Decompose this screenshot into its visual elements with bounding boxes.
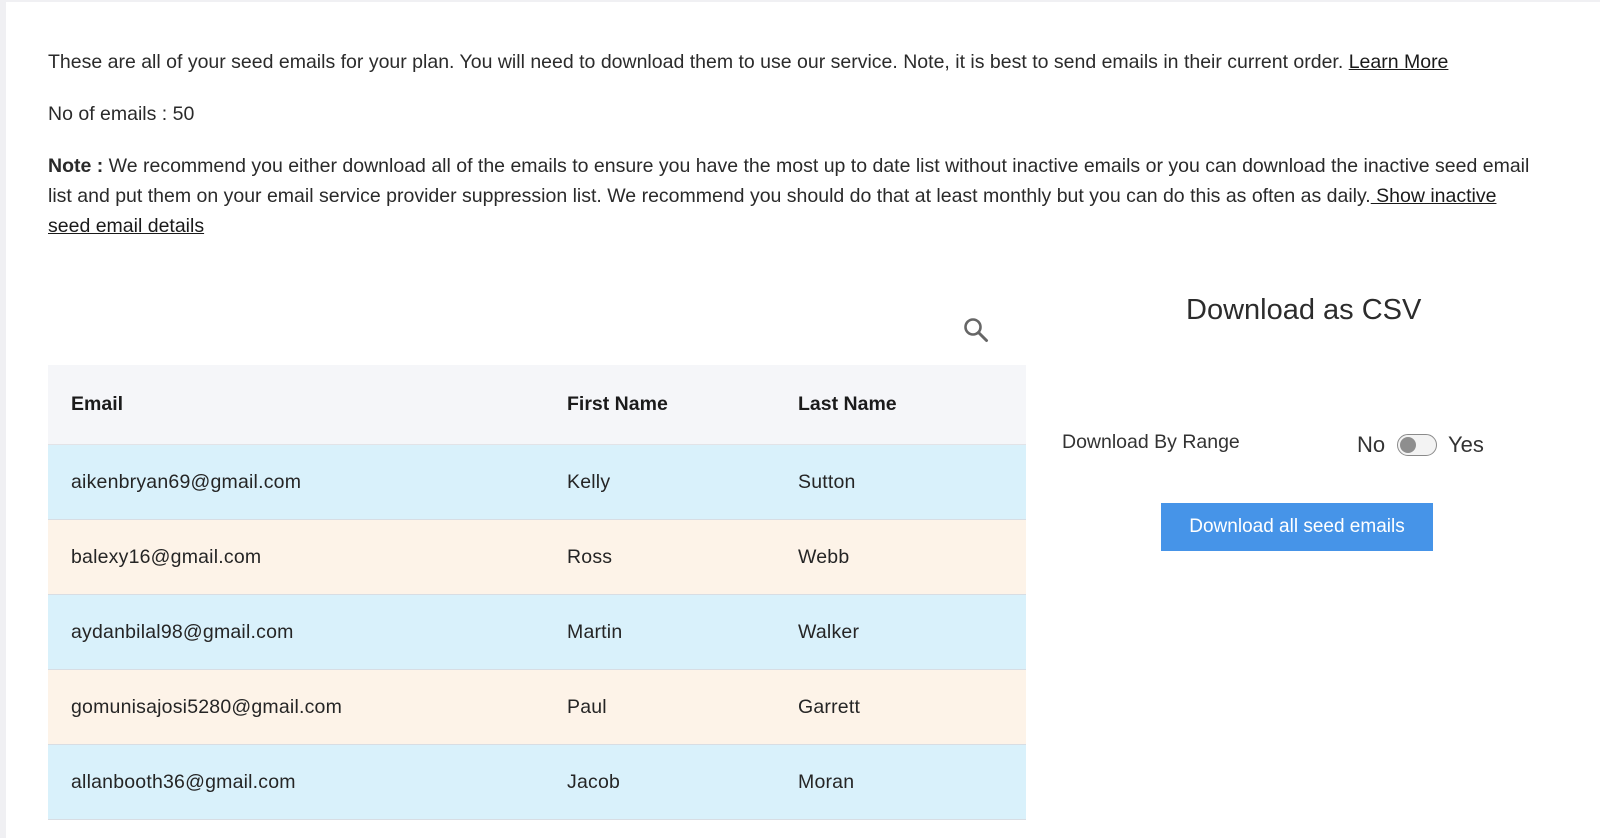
table-header: Email First Name Last Name — [48, 365, 1026, 445]
download-all-seed-emails-button[interactable]: Download all seed emails — [1161, 503, 1433, 551]
download-by-range-label: Download By Range — [1062, 431, 1240, 453]
intro-text: These are all of your seed emails for yo… — [48, 47, 1548, 77]
seed-emails-panel: These are all of your seed emails for yo… — [6, 2, 1600, 838]
note-description: We recommend you either download all of … — [48, 155, 1530, 207]
seed-email-table: Email First Name Last Name aikenbryan69@… — [48, 365, 1026, 820]
column-header-email[interactable]: Email — [48, 393, 567, 416]
cell-email: gomunisajosi5280@gmail.com — [71, 695, 343, 718]
cell-email: allanbooth36@gmail.com — [71, 770, 296, 793]
email-count: No of emails : 50 — [48, 103, 195, 125]
cell-last-name: Walker — [798, 620, 860, 643]
cell-first-name: Ross — [567, 545, 613, 568]
download-range-toggle[interactable] — [1397, 434, 1437, 456]
cell-email: aydanbilal98@gmail.com — [71, 620, 294, 643]
cell-first-name: Kelly — [567, 470, 611, 493]
cell-first-name: Jacob — [567, 770, 621, 793]
cell-last-name: Garrett — [798, 695, 861, 718]
cell-email: aikenbryan69@gmail.com — [71, 470, 302, 493]
note-text: Note : We recommend you either download … — [48, 151, 1538, 241]
cell-first-name: Martin — [567, 620, 623, 643]
cell-last-name: Moran — [798, 770, 855, 793]
download-csv-title: Download as CSV — [1186, 294, 1422, 326]
column-header-last-name[interactable]: Last Name — [798, 393, 1026, 416]
cell-first-name: Paul — [567, 695, 607, 718]
note-label: Note : — [48, 155, 104, 177]
toggle-knob — [1400, 436, 1416, 453]
table-row: aydanbilal98@gmail.com Martin Walker — [48, 595, 1026, 670]
cell-last-name: Webb — [798, 545, 850, 568]
intro-description: These are all of your seed emails for yo… — [48, 51, 1349, 73]
cell-email: balexy16@gmail.com — [71, 545, 262, 568]
toggle-no-label: No — [1357, 432, 1386, 457]
table-row: allanbooth36@gmail.com Jacob Moran — [48, 745, 1026, 820]
table-row: balexy16@gmail.com Ross Webb — [48, 520, 1026, 595]
search-icon[interactable] — [962, 316, 990, 344]
learn-more-link[interactable]: Learn More — [1349, 51, 1449, 73]
table-row: aikenbryan69@gmail.com Kelly Sutton — [48, 445, 1026, 520]
toggle-yes-label: Yes — [1448, 432, 1484, 457]
column-header-first-name[interactable]: First Name — [567, 393, 798, 416]
cell-last-name: Sutton — [798, 470, 856, 493]
table-row: gomunisajosi5280@gmail.com Paul Garrett — [48, 670, 1026, 745]
